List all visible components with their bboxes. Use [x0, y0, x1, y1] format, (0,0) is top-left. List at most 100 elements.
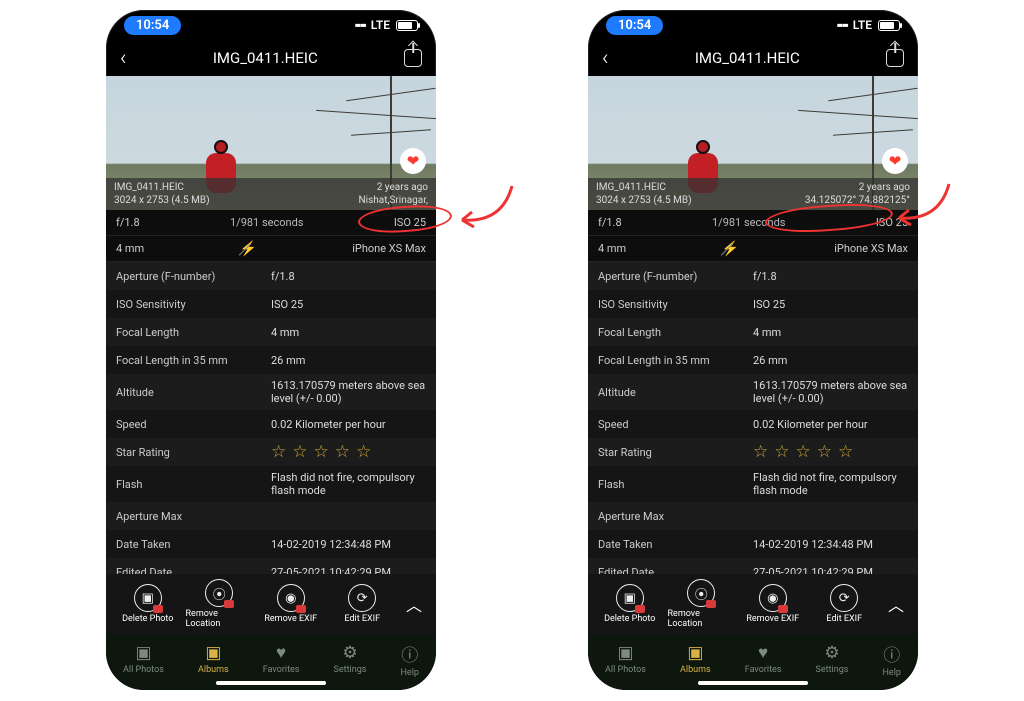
action-label: Remove EXIF: [746, 614, 799, 624]
favorite-button[interactable]: ❤: [882, 148, 908, 174]
share-button[interactable]: [886, 49, 904, 67]
remove-exif-button[interactable]: ◉ Remove EXIF: [739, 584, 807, 624]
exif-key: Focal Length in 35 mm: [116, 354, 271, 367]
home-indicator[interactable]: [698, 681, 808, 685]
exif-key: Edited Date: [116, 566, 271, 575]
heart-icon: ♥: [758, 643, 768, 663]
delete-photo-button[interactable]: ▣Delete Photo: [114, 584, 182, 624]
exif-value: 0.02 Kilometer per hour: [271, 418, 426, 431]
edit-exif-button[interactable]: ⟳Edit EXIF: [329, 584, 397, 624]
time-pill: 10:54: [124, 16, 181, 35]
status-bar: 10:54 ▪▪ ▪▪ LTE: [106, 10, 436, 40]
exif-value: 1613.170579 meters above sea level (+/- …: [753, 379, 908, 405]
info-icon: ⓘ: [401, 641, 418, 666]
cam-aperture: f/1.8: [116, 216, 140, 229]
info-icon: ⓘ: [883, 641, 900, 666]
exif-value: 26 mm: [271, 354, 426, 367]
photo-info-strip: IMG_0411.HEIC 2 years ago 3024 x 2753 (4…: [588, 178, 918, 210]
tab-all-photos[interactable]: ▣All Photos: [605, 643, 646, 675]
exif-value: 26 mm: [753, 354, 908, 367]
expand-button[interactable]: ︿: [882, 592, 910, 616]
exif-key: Altitude: [116, 386, 271, 399]
exif-key: Star Rating: [598, 446, 753, 459]
remove-location-button[interactable]: ⦿Remove Location: [186, 579, 254, 629]
share-button[interactable]: [404, 49, 422, 67]
aperture-icon: ◉: [277, 584, 305, 612]
exif-key: Date Taken: [116, 538, 271, 551]
flash-off-icon: ⚡: [721, 241, 738, 257]
exif-value: ISO 25: [271, 298, 426, 311]
star-rating[interactable]: ☆☆☆☆☆: [271, 442, 426, 462]
heart-icon: ♥: [276, 643, 286, 663]
photo-preview[interactable]: ❤ IMG_0411.HEIC 2 years ago 3024 x 2753 …: [106, 76, 436, 210]
tab-label: Help: [401, 668, 419, 678]
exif-value: Flash did not fire, compulsory flash mod…: [753, 471, 908, 497]
albums-icon: ▣: [205, 643, 221, 663]
photo-location: Nishat,Srinagar,: [359, 194, 428, 208]
remove-exif-button[interactable]: ◉Remove EXIF: [257, 584, 325, 624]
exif-key: Aperture Max: [598, 510, 753, 523]
tab-help[interactable]: ⓘHelp: [883, 641, 901, 678]
expand-button[interactable]: ︿: [400, 592, 428, 616]
photo-age: 2 years ago: [377, 181, 428, 195]
exif-value: 4 mm: [753, 326, 908, 339]
exif-key: Flash: [598, 478, 753, 491]
tab-label: All Photos: [605, 665, 646, 675]
photo-age: 2 years ago: [859, 181, 910, 195]
cam-shutter: 1/981 seconds: [622, 216, 876, 229]
image-icon: ▣: [616, 584, 644, 612]
battery-icon: [878, 20, 900, 31]
phone-left: 10:54 ▪▪ ▪▪ LTE ‹ IMG_0411.HEIC ❤ IMG_04…: [106, 10, 436, 690]
action-bar: ▣Delete Photo ⦿Remove Location ◉ Remove E…: [588, 574, 918, 634]
remove-location-button[interactable]: ⦿Remove Location: [668, 579, 736, 629]
tab-favorites[interactable]: ♥Favorites: [263, 643, 300, 675]
aperture-icon: ◉: [759, 584, 787, 612]
photo-dimensions: 3024 x 2753 (4.5 MB): [596, 194, 692, 208]
cam-focal: 4 mm: [116, 242, 144, 255]
signal-icon: ▪▪ ▪▪: [355, 18, 365, 32]
tab-favorites[interactable]: ♥Favorites: [745, 643, 782, 675]
star-rating[interactable]: ☆☆☆☆☆: [753, 442, 908, 462]
cam-row-1: f/1.8 1/981 seconds ISO 25: [106, 210, 436, 236]
exif-key: Focal Length in 35 mm: [598, 354, 753, 367]
flash-off-icon: ⚡: [239, 241, 256, 257]
exif-key: Aperture (F-number): [598, 270, 753, 283]
edit-exif-button[interactable]: ⟳Edit EXIF: [811, 584, 879, 624]
exif-key: Speed: [598, 418, 753, 431]
delete-photo-button[interactable]: ▣Delete Photo: [596, 584, 664, 624]
exif-value: 27-05-2021 10:42:29 PM: [271, 566, 426, 575]
favorite-button[interactable]: ❤: [400, 148, 426, 174]
exif-key: Flash: [116, 478, 271, 491]
page-title: IMG_0411.HEIC: [695, 49, 800, 67]
exif-list: Aperture (F-number)f/1.8 ISO Sensitivity…: [106, 262, 436, 574]
network-label: LTE: [853, 18, 872, 32]
time-pill: 10:54: [606, 16, 663, 35]
tab-settings[interactable]: ⚙Settings: [816, 643, 849, 675]
tab-label: Settings: [334, 665, 367, 675]
exif-key: Altitude: [598, 386, 753, 399]
tab-label: Albums: [680, 665, 711, 675]
exif-key: Focal Length: [116, 326, 271, 339]
exif-key: Edited Date: [598, 566, 753, 575]
cam-model: iPhone XS Max: [834, 242, 908, 255]
photo-preview[interactable]: ❤ IMG_0411.HEIC 2 years ago 3024 x 2753 …: [588, 76, 918, 210]
action-label: Remove Location: [186, 609, 254, 629]
tab-label: All Photos: [123, 665, 164, 675]
back-button[interactable]: ‹: [602, 46, 609, 71]
exif-value: f/1.8: [271, 270, 426, 283]
photo-dimensions: 3024 x 2753 (4.5 MB): [114, 194, 210, 208]
exif-value: 0.02 Kilometer per hour: [753, 418, 908, 431]
sync-icon: ⟳: [348, 584, 376, 612]
exif-key: Focal Length: [598, 326, 753, 339]
tab-settings[interactable]: ⚙Settings: [334, 643, 367, 675]
signal-icon: ▪▪ ▪▪: [837, 18, 847, 32]
pin-icon: ⦿: [205, 579, 233, 607]
image-icon: ▣: [134, 584, 162, 612]
tab-all-photos[interactable]: ▣All Photos: [123, 643, 164, 675]
back-button[interactable]: ‹: [120, 46, 127, 71]
home-indicator[interactable]: [216, 681, 326, 685]
tab-albums[interactable]: ▣Albums: [198, 643, 229, 675]
tab-albums[interactable]: ▣Albums: [680, 643, 711, 675]
tab-help[interactable]: ⓘ Help: [401, 641, 419, 678]
exif-value: f/1.8: [753, 270, 908, 283]
